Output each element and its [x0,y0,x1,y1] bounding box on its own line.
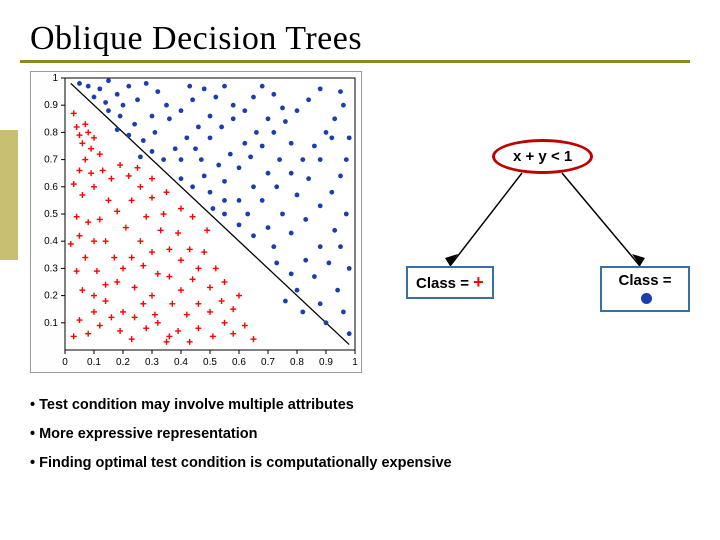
bullet-item: • Finding optimal test condition is comp… [30,449,690,478]
svg-text:1: 1 [352,357,358,368]
side-accent-bar [0,130,18,260]
svg-text:0.1: 0.1 [44,318,58,329]
svg-text:0.3: 0.3 [145,357,159,368]
svg-text:0.4: 0.4 [174,357,188,368]
bullet-list: • Test condition may involve multiple at… [30,391,690,478]
svg-text:0.7: 0.7 [44,155,58,166]
svg-text:0.9: 0.9 [44,100,58,111]
svg-text:0: 0 [62,357,68,368]
dot-icon [641,293,652,304]
tree-leaf-right: Class = [600,266,690,312]
tree-leaf-left: Class = + [406,266,494,299]
svg-text:0.7: 0.7 [261,357,275,368]
svg-text:0.5: 0.5 [203,357,217,368]
page-title: Oblique Decision Trees [30,20,690,58]
main-row: 0 0.1 0.2 0.3 0.4 0.5 0.6 0.7 0.8 0.9 1 0.1 0.2 0.3 0.… [30,71,690,373]
decision-tree: x + y < 1 Class = + Class = [362,71,690,371]
tree-root-node: x + y < 1 [492,139,593,174]
leaf-left-prefix: Class = [416,275,473,292]
svg-text:0.2: 0.2 [116,357,130,368]
bullet-item: • Test condition may involve multiple at… [30,391,690,420]
svg-text:0.8: 0.8 [290,357,304,368]
svg-text:0.1: 0.1 [87,357,101,368]
title-underline: Oblique Decision Trees [20,20,690,63]
svg-text:0.9: 0.9 [319,357,333,368]
svg-text:1: 1 [52,73,58,84]
tree-edges [362,71,720,371]
svg-text:0.6: 0.6 [44,182,58,193]
plus-icon: + [473,272,484,292]
root-condition-text: x + y < 1 [513,148,572,165]
svg-text:0.5: 0.5 [44,209,58,220]
leaf-right-prefix: Class = [619,272,672,289]
scatter-plot: 0 0.1 0.2 0.3 0.4 0.5 0.6 0.7 0.8 0.9 1 0.1 0.2 0.3 0.… [30,71,362,373]
slide: Oblique Decision Trees 00.10.20.30.40.50… [0,0,720,488]
svg-text:0.4: 0.4 [44,236,58,247]
svg-text:0.8: 0.8 [44,127,58,138]
svg-text:0.2: 0.2 [44,291,58,302]
svg-text:0.6: 0.6 [232,357,246,368]
bullet-item: • More expressive representation [30,420,690,449]
svg-text:0.3: 0.3 [44,263,58,274]
